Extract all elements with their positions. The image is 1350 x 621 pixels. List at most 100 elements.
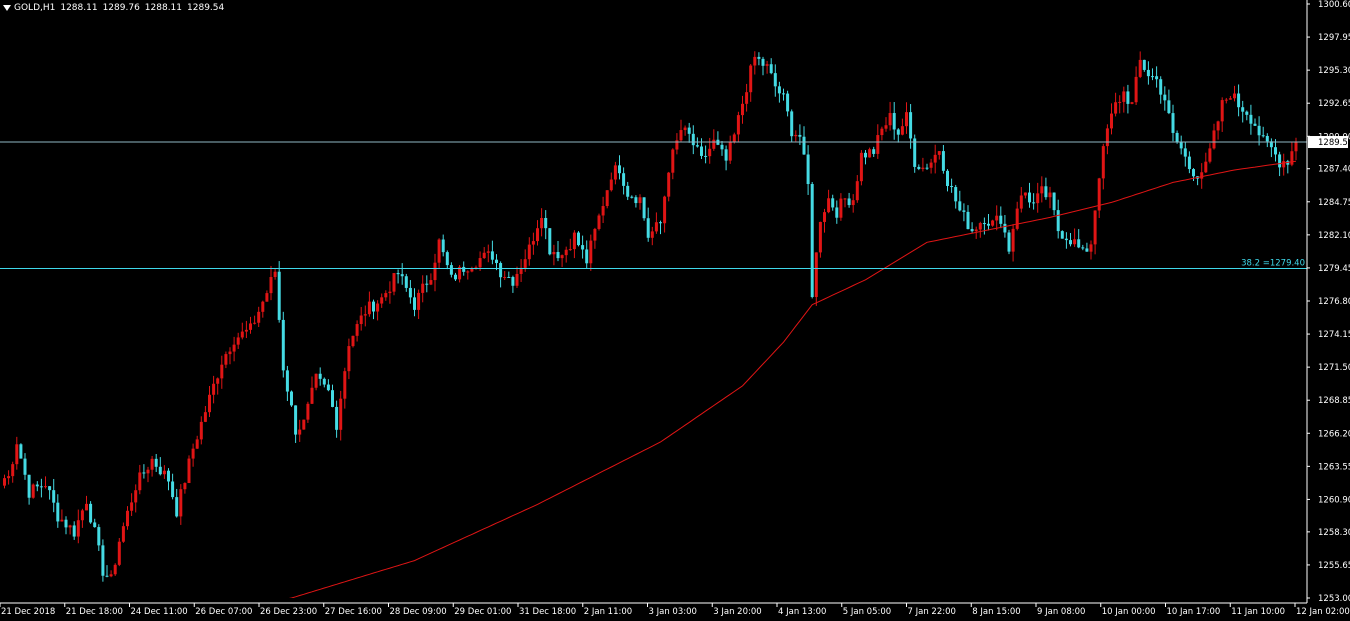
candle-body	[909, 112, 913, 139]
candle	[548, 228, 552, 256]
price-tick-label: 1276.80	[1318, 297, 1350, 307]
candle-body	[421, 283, 425, 293]
candle-body	[236, 337, 240, 345]
candle-body	[544, 218, 548, 229]
candle-body	[741, 103, 744, 116]
candle-body	[708, 148, 712, 157]
candle-body	[929, 162, 933, 168]
candle-body	[35, 484, 39, 487]
candle-body	[1048, 192, 1052, 198]
candle-body	[777, 86, 781, 94]
candle-body	[556, 251, 560, 259]
candle-body	[220, 364, 224, 379]
candle-body	[859, 152, 863, 182]
candle-body	[876, 135, 880, 154]
candle-body	[654, 222, 658, 232]
candle-body	[277, 271, 281, 320]
candle-body	[109, 574, 113, 577]
candle-body	[1118, 101, 1122, 103]
candle-body	[1278, 154, 1282, 168]
candle-body	[97, 527, 101, 546]
candle-body	[130, 502, 134, 511]
candle-body	[868, 149, 872, 158]
candle	[101, 539, 105, 582]
triangle-down-icon[interactable]	[3, 4, 11, 11]
candle-body	[745, 92, 749, 104]
candle-body	[298, 429, 302, 435]
candle-body	[1085, 248, 1089, 252]
candle-body	[843, 198, 847, 200]
high-value: 1289.76	[102, 3, 140, 13]
candle	[187, 455, 191, 484]
candle-body	[810, 184, 814, 298]
candle-body	[900, 126, 904, 135]
candle	[113, 563, 117, 576]
candle-body	[1167, 100, 1171, 114]
candle-body	[199, 421, 203, 440]
price-tick-label: 1253.00	[1318, 594, 1350, 604]
price-tick-label: 1287.40	[1318, 165, 1350, 175]
candle-body	[913, 138, 917, 167]
candle-body	[31, 484, 35, 498]
candle-body	[1110, 113, 1113, 129]
candle-body	[827, 198, 831, 213]
candle	[859, 150, 863, 186]
price-tick-label: 1282.10	[1318, 231, 1350, 241]
candle-body	[187, 458, 191, 484]
candle-body	[212, 383, 216, 395]
candle-body	[962, 210, 966, 212]
time-tick-label: 24 Dec 11:00	[131, 607, 188, 617]
candle-body	[470, 268, 474, 272]
fibo-level-label: 38.2 =1279.40	[1241, 259, 1305, 269]
candle-body	[937, 151, 941, 155]
candle-body	[974, 229, 978, 232]
candle-body	[3, 478, 6, 486]
chart-window[interactable]: 38.2 =1279.40 1300.60 1297.95 1295.30 1292.…	[0, 0, 1350, 621]
candle-body	[773, 73, 777, 87]
candle-body	[60, 519, 64, 522]
candle-body	[700, 146, 703, 156]
candle-body	[540, 218, 544, 229]
candle-body	[142, 472, 146, 474]
time-tick-label: 7 Jan 22:00	[908, 607, 956, 617]
candle-body	[162, 470, 166, 475]
candle-body	[396, 273, 400, 275]
candle-body	[1224, 99, 1228, 101]
candle-body	[790, 111, 794, 137]
candle-body	[1130, 102, 1134, 104]
candle-body	[454, 274, 457, 280]
candle-body	[687, 127, 691, 134]
price-tick-label: 1255.65	[1318, 561, 1350, 571]
candle	[1060, 230, 1064, 239]
candle	[605, 190, 609, 209]
candle-body	[1261, 135, 1265, 137]
candle-body	[208, 394, 211, 413]
candle-body	[486, 251, 490, 253]
candle-body	[991, 220, 995, 226]
candle-body	[987, 223, 990, 226]
candle	[577, 231, 580, 247]
price-chart[interactable]: 38.2 =1279.40 1300.60 1297.95 1295.30 1292.…	[0, 0, 1350, 621]
candle-body	[560, 255, 564, 259]
candle-body	[1257, 125, 1261, 136]
candle-body	[93, 522, 97, 528]
candle-body	[76, 520, 80, 537]
time-tick-label: 21 Dec 18:00	[66, 607, 123, 617]
candle-body	[39, 486, 43, 488]
candle-body	[970, 229, 974, 232]
time-tick-label: 8 Jan 15:00	[972, 607, 1020, 617]
candle-body	[171, 481, 175, 498]
candle-body	[1175, 132, 1179, 143]
candle	[818, 221, 822, 258]
candle-body	[642, 197, 646, 219]
candle-body	[921, 167, 925, 169]
candle-body	[126, 510, 129, 527]
candle-body	[1233, 93, 1236, 99]
candle-body	[1077, 239, 1081, 248]
time-tick-label: 21 Dec 2018	[1, 607, 55, 617]
candle-body	[851, 200, 855, 206]
candle-body	[294, 405, 298, 435]
candle	[597, 213, 601, 231]
candle-body	[1028, 192, 1031, 203]
price-tick-label: 1292.65	[1318, 99, 1350, 109]
